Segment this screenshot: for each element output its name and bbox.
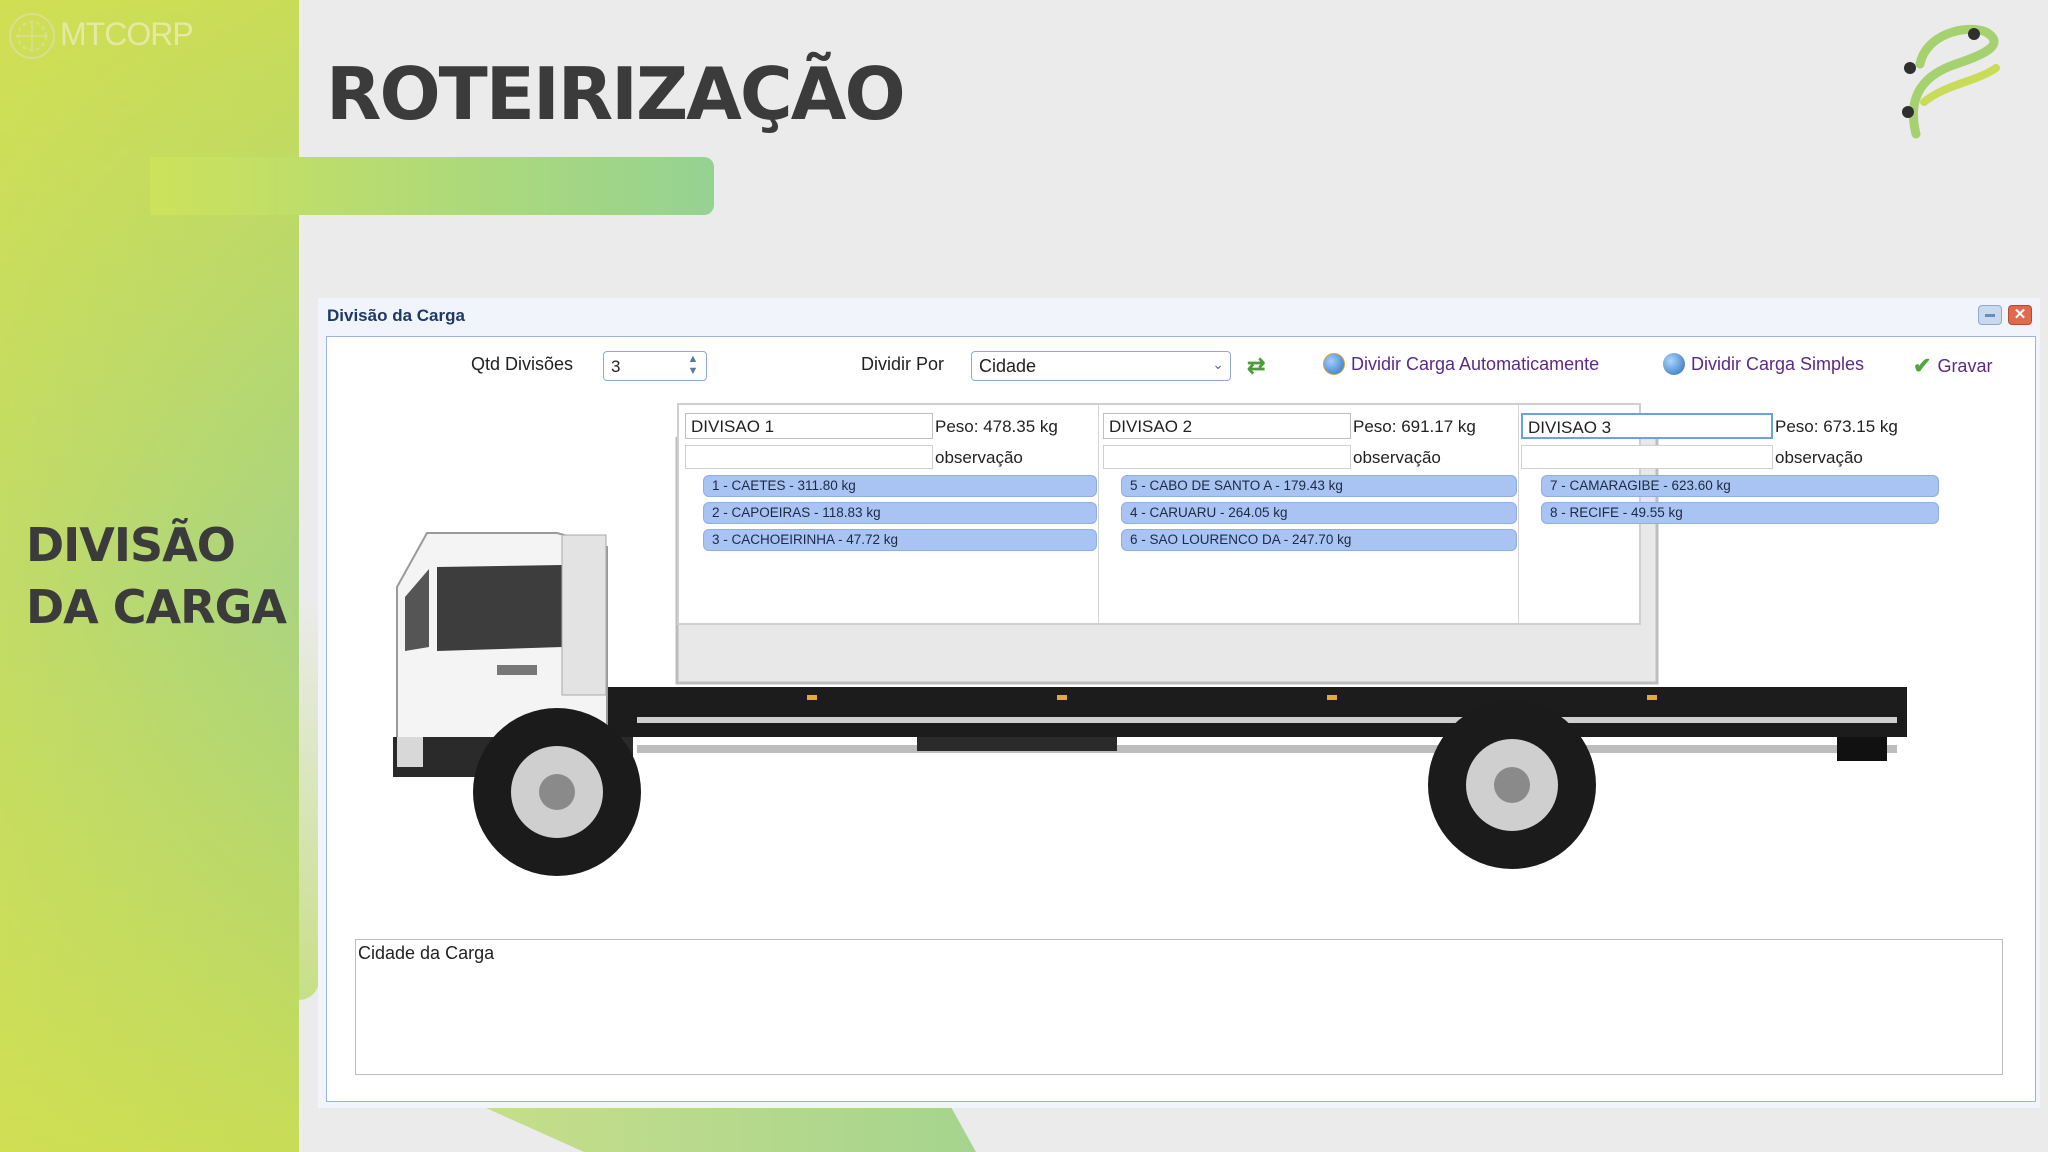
list-item[interactable]: 3 - CACHOEIRINHA - 47.72 kg <box>703 529 1097 551</box>
check-icon: ✔ <box>1913 353 1932 378</box>
chevron-down-icon: ⌄ <box>1212 356 1224 372</box>
dividir-automatico-label: Dividir Carga Automaticamente <box>1351 353 1600 374</box>
observacao-label: observação <box>935 448 1023 467</box>
cargo-divisions-grid: DIVISAO 1 Peso: 478.35 kg observação 1 -… <box>677 403 1939 625</box>
cidade-da-carga-panel[interactable]: Cidade da Carga <box>355 939 2003 1075</box>
minimize-button[interactable] <box>1978 305 2002 325</box>
list-item[interactable]: 1 - CAETES - 311.80 kg <box>703 475 1097 497</box>
observacao-label: observação <box>1775 448 1863 467</box>
dividir-simples-label: Dividir Carga Simples <box>1691 353 1865 374</box>
division-column: DIVISAO 2 Peso: 691.17 kg observação 5 -… <box>1099 405 1519 623</box>
observacao-input[interactable] <box>1103 445 1351 469</box>
dividir-simples-button[interactable]: Dividir Carga Simples <box>1663 353 1864 375</box>
page-title: ROTEIRIZAÇÃO <box>326 52 906 136</box>
list-item[interactable]: 6 - SAO LOURENCO DA - 247.70 kg <box>1121 529 1517 551</box>
brand-f-icon <box>1902 24 2000 139</box>
dividir-automatico-button[interactable]: Dividir Carga Automaticamente <box>1323 353 1599 375</box>
division-name-input[interactable]: DIVISAO 2 <box>1103 413 1351 439</box>
globe-gear-icon <box>1323 353 1345 375</box>
qtd-divisoes-value: 3 <box>611 357 621 376</box>
division-peso: Peso: 673.15 kg <box>1775 417 1898 436</box>
gravar-label: Gravar <box>1937 355 1993 376</box>
divisao-carga-window: Divisão da Carga ✕ Qtd Divisões 3 ▲ ▼ Div… <box>318 298 2040 1108</box>
list-item[interactable]: 5 - CABO DE SANTO A - 179.43 kg <box>1121 475 1517 497</box>
observacao-input[interactable] <box>1521 445 1773 469</box>
window-title: Divisão da Carga <box>327 306 465 325</box>
division-column: DIVISAO 1 Peso: 478.35 kg observação 1 -… <box>679 405 1099 623</box>
side-title: DIVISÃO DA CARGA <box>26 514 287 638</box>
dividir-por-label: Dividir Por <box>861 354 945 374</box>
close-button[interactable]: ✕ <box>2008 305 2032 325</box>
gravar-button[interactable]: ✔ Gravar <box>1913 353 1992 379</box>
division-column: DIVISAO 3 Peso: 673.15 kg observação 7 -… <box>1519 405 1939 623</box>
cidade-da-carga-label: Cidade da Carga <box>358 943 495 963</box>
stepper-arrows-icon[interactable]: ▲ ▼ <box>682 353 704 379</box>
side-title-line2: DA CARGA <box>26 580 287 634</box>
observacao-input[interactable] <box>685 445 933 469</box>
list-item[interactable]: 4 - CARUARU - 264.05 kg <box>1121 502 1517 524</box>
division-name-input[interactable]: DIVISAO 3 <box>1521 413 1773 439</box>
title-accent-bar <box>150 157 714 215</box>
list-item[interactable]: 7 - CAMARAGIBE - 623.60 kg <box>1541 475 1939 497</box>
qtd-divisoes-label: Qtd Divisões <box>471 354 574 374</box>
logo-text: MTCORP <box>60 16 194 52</box>
refresh-icon[interactable]: ⇄ <box>1247 355 1273 379</box>
list-item[interactable]: 2 - CAPOEIRAS - 118.83 kg <box>703 502 1097 524</box>
window-body: Qtd Divisões 3 ▲ ▼ Dividir Por Cidade ⌄ ⇄… <box>326 336 2036 1102</box>
dividir-por-select[interactable]: Cidade ⌄ <box>971 351 1231 381</box>
division-name-input[interactable]: DIVISAO 1 <box>685 413 933 439</box>
division-peso: Peso: 478.35 kg <box>935 417 1058 436</box>
decorative-leaf <box>299 600 319 1000</box>
list-item[interactable]: 8 - RECIFE - 49.55 kg <box>1541 502 1939 524</box>
side-title-line1: DIVISÃO <box>26 518 236 572</box>
dividir-por-value: Cidade <box>979 356 1037 376</box>
globe-icon <box>1663 353 1685 375</box>
qtd-divisoes-stepper[interactable]: 3 ▲ ▼ <box>603 351 707 381</box>
division-peso: Peso: 691.17 kg <box>1353 417 1476 436</box>
decorative-stripe <box>486 1108 976 1152</box>
observacao-label: observação <box>1353 448 1441 467</box>
